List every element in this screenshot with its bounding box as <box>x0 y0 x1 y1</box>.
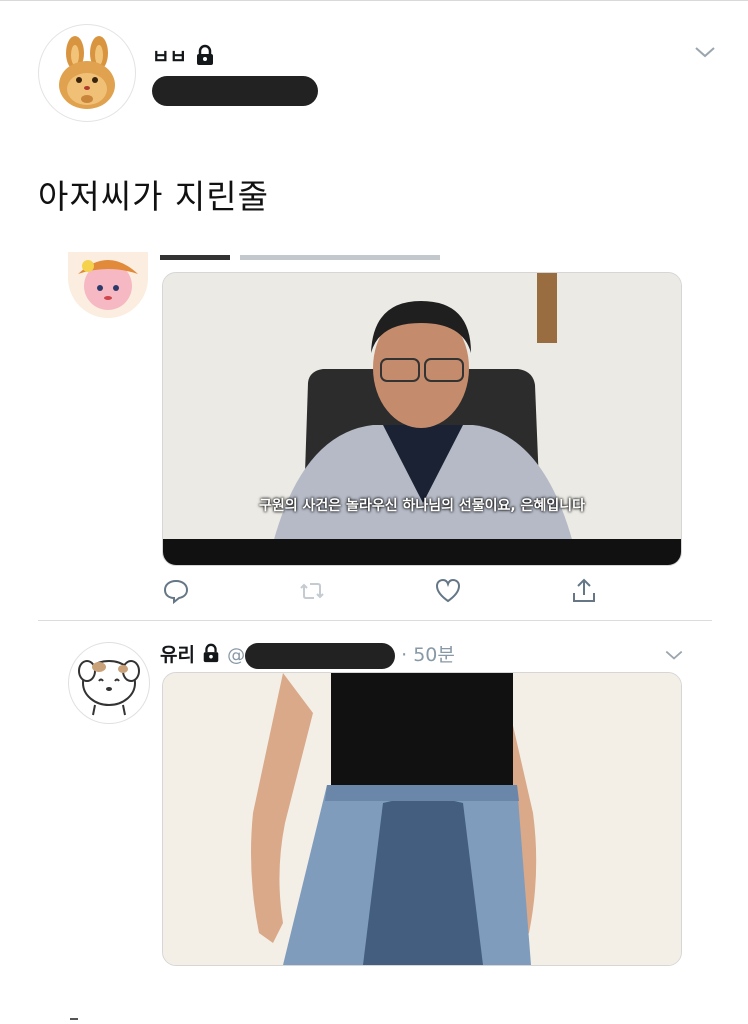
scroll-indicator <box>70 1018 78 1020</box>
share-icon[interactable] <box>570 577 598 605</box>
reply-header: 유리 @ · 50분 <box>160 640 455 669</box>
action-bar <box>162 577 602 607</box>
reply-icon[interactable] <box>162 577 190 605</box>
jeans-photo-icon <box>163 673 681 965</box>
timestamp[interactable]: 50분 <box>413 644 455 666</box>
video-thumbnail[interactable]: 구원의 사건은 놀라우신 하나님의 선물이요, 은혜입니다 <box>162 272 682 566</box>
cut-off-header <box>160 252 460 264</box>
top-border <box>0 0 748 1</box>
avatar[interactable] <box>68 642 150 724</box>
retweet-icon[interactable] <box>298 577 326 605</box>
lock-icon <box>201 643 221 668</box>
divider <box>38 620 712 621</box>
heart-icon[interactable] <box>434 577 462 605</box>
handle-prefix[interactable]: @ <box>227 645 245 666</box>
lock-icon <box>194 44 216 71</box>
photo-attachment[interactable] <box>162 672 682 966</box>
author-name[interactable]: 유리 <box>160 644 195 666</box>
tweet-text: 아저씨가 지린줄 <box>38 177 270 216</box>
puppy-avatar-icon <box>78 660 140 716</box>
avatar[interactable] <box>68 252 148 318</box>
chevron-down-icon[interactable] <box>694 44 716 63</box>
video-subtitle: 구원의 사건은 놀라우신 하나님의 선물이요, 은혜입니다 <box>259 498 585 514</box>
separator-dot: · <box>401 644 408 666</box>
chevron-down-icon[interactable] <box>664 646 684 665</box>
author-name[interactable]: ㅂㅂ <box>152 46 187 68</box>
author-name-row[interactable]: ㅂㅂ <box>152 42 216 71</box>
bunny-bread-avatar-icon <box>59 36 115 109</box>
avatar[interactable] <box>38 24 136 122</box>
cartoon-avatar-icon <box>68 252 148 318</box>
speaker-photo-icon <box>163 273 681 565</box>
redacted-handle <box>152 76 318 106</box>
redacted-handle <box>245 642 396 669</box>
